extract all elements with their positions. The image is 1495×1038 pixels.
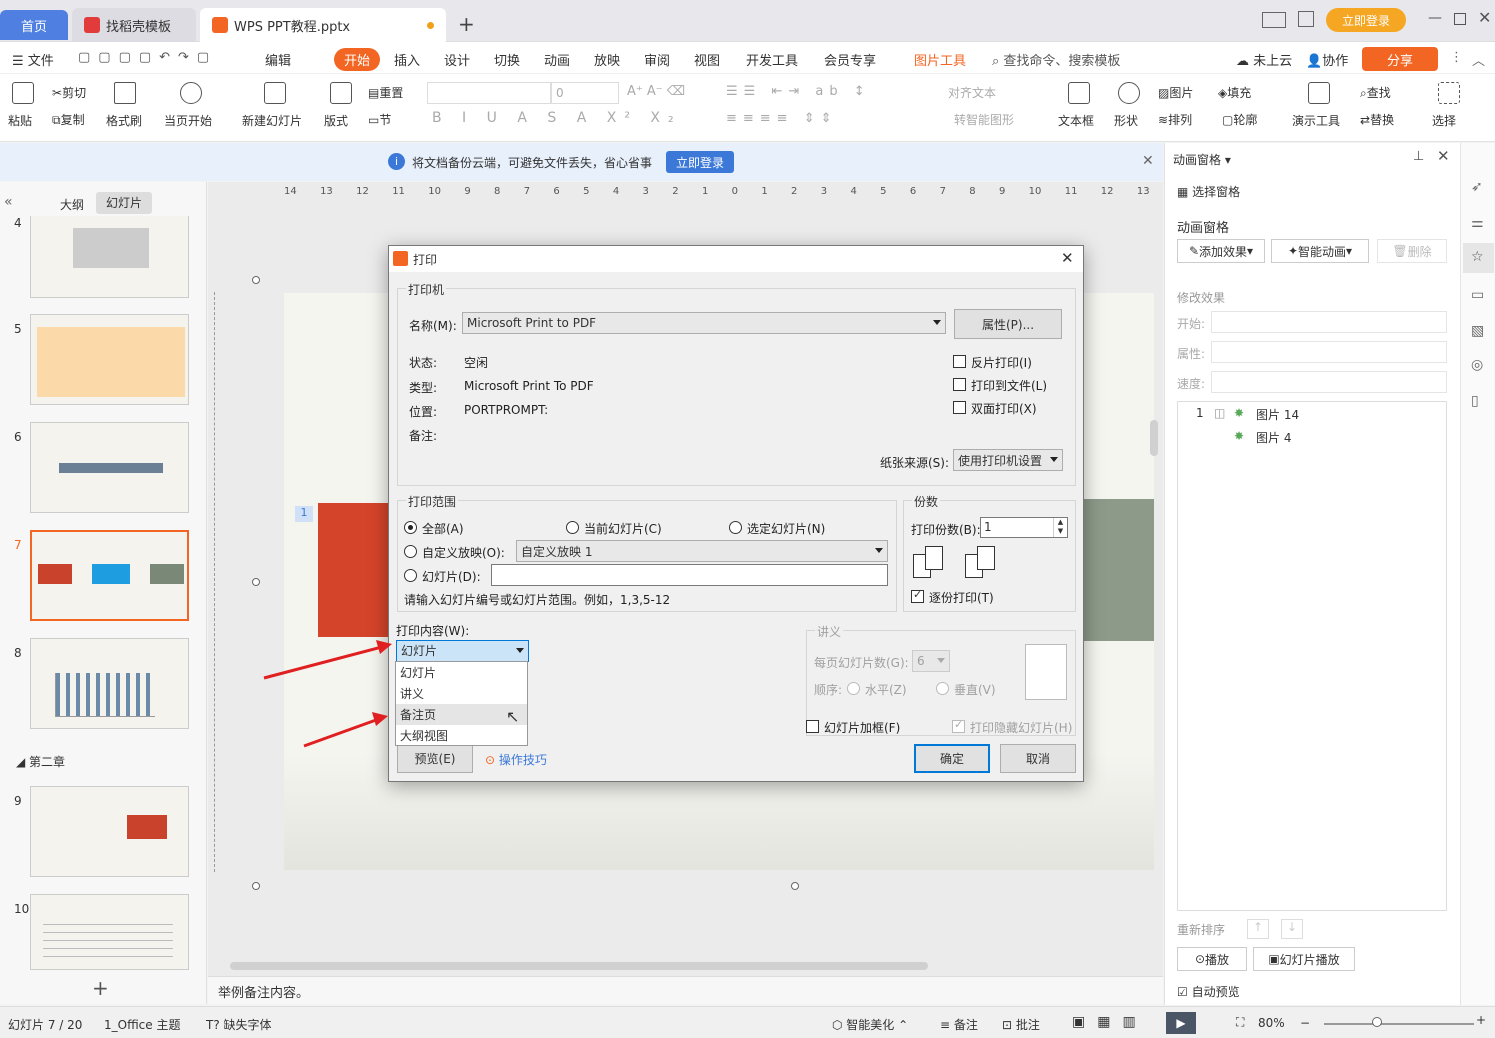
red-arrowhead-2: [372, 712, 388, 726]
red-arrowhead-1: [376, 640, 392, 654]
annotation-arrows: [263, 640, 392, 748]
red-arrow-2: [303, 718, 377, 748]
red-arrow-1: [263, 645, 383, 680]
